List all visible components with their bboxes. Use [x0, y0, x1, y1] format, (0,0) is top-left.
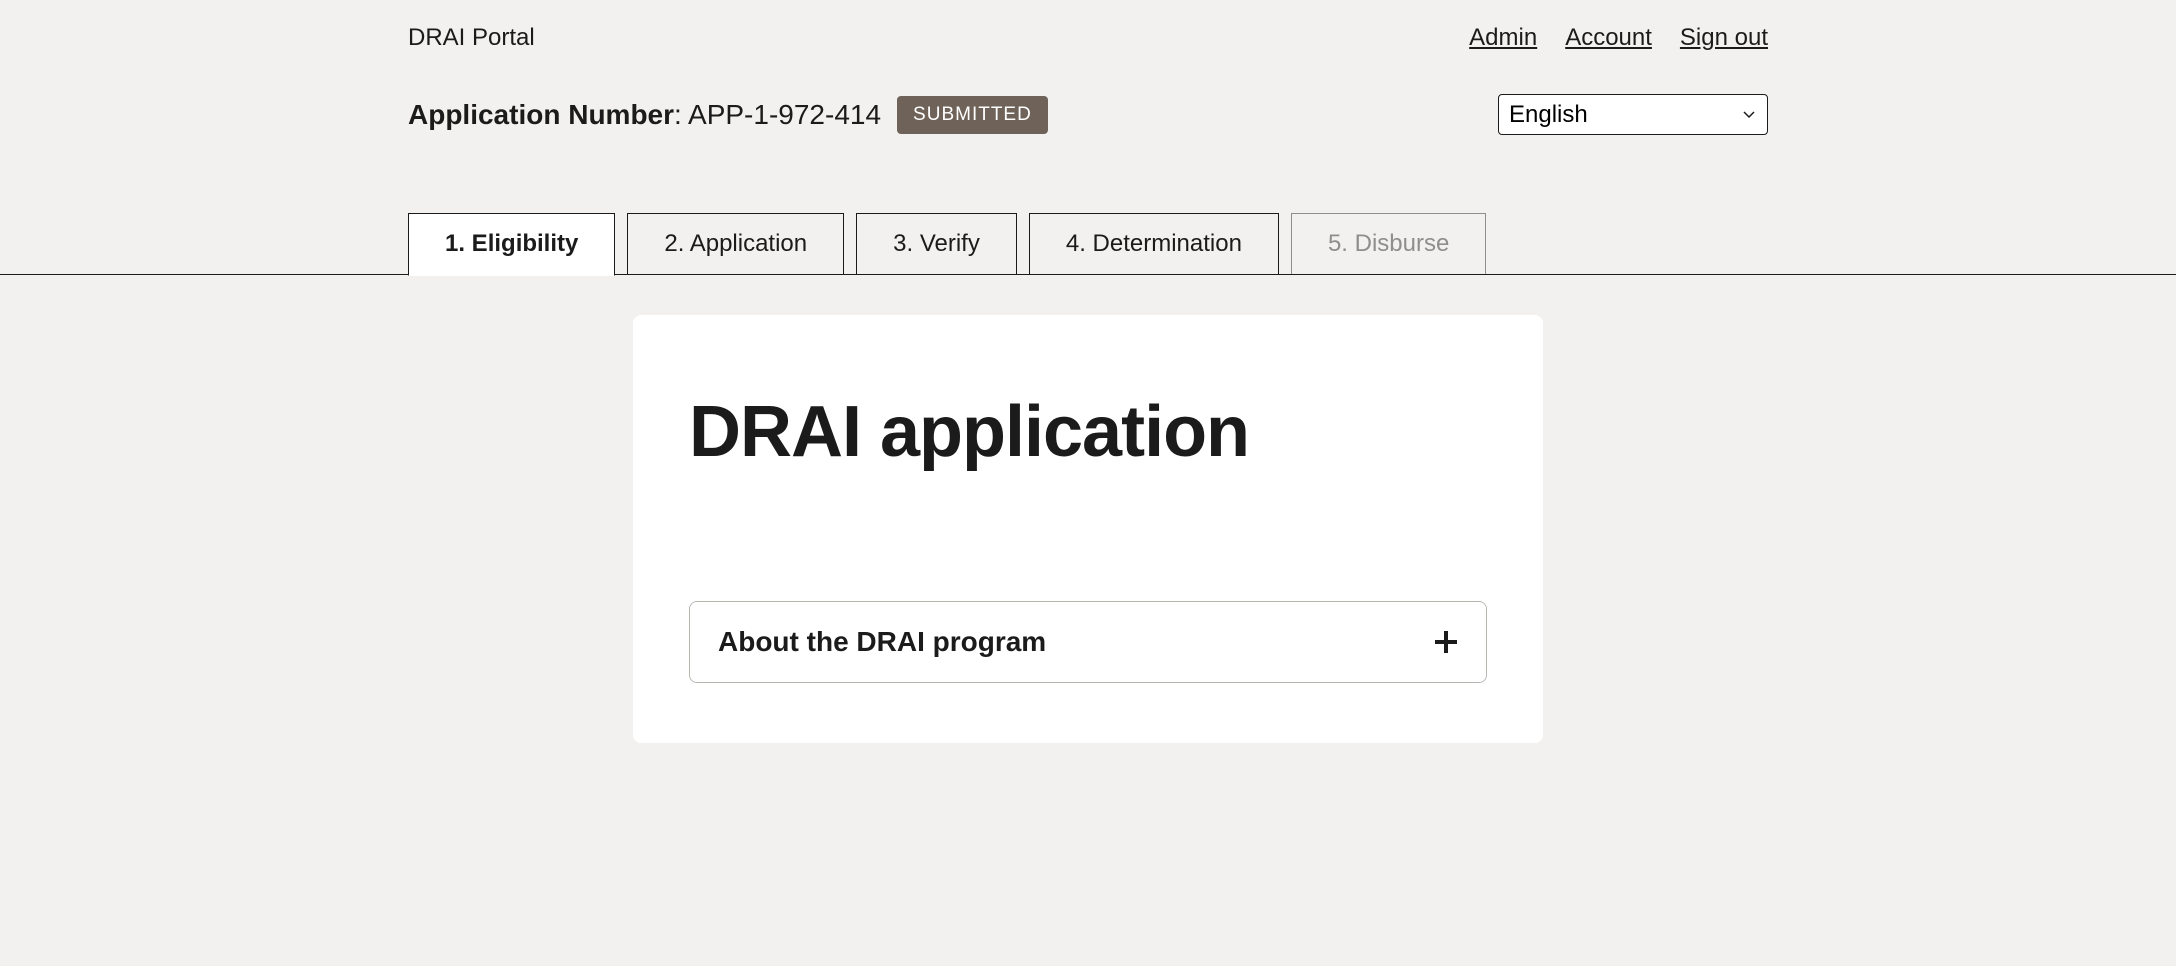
tab-determination[interactable]: 4. Determination: [1029, 213, 1279, 274]
tab-eligibility[interactable]: 1. Eligibility: [408, 213, 615, 276]
portal-name: DRAI Portal: [408, 24, 535, 52]
accordion-header[interactable]: About the DRAI program: [690, 602, 1486, 682]
accordion-title: About the DRAI program: [718, 626, 1046, 658]
top-links: Admin Account Sign out: [1469, 24, 1768, 52]
application-number-label: Application Number: [408, 99, 674, 130]
tab-disburse: 5. Disburse: [1291, 213, 1486, 274]
status-badge: SUBMITTED: [897, 96, 1048, 134]
tabs-nav: 1. Eligibility 2. Application 3. Verify …: [0, 213, 2176, 275]
admin-link[interactable]: Admin: [1469, 24, 1537, 52]
account-link[interactable]: Account: [1565, 24, 1652, 52]
application-number: Application Number: APP-1-972-414: [408, 99, 881, 131]
application-number-value: APP-1-972-414: [688, 99, 881, 130]
top-bar: DRAI Portal Admin Account Sign out: [408, 0, 1768, 52]
signout-link[interactable]: Sign out: [1680, 24, 1768, 52]
page-title: DRAI application: [689, 395, 1487, 471]
plus-icon: [1434, 630, 1458, 654]
language-select[interactable]: English: [1498, 94, 1768, 135]
application-row: Application Number: APP-1-972-414 SUBMIT…: [408, 94, 1768, 135]
tab-verify[interactable]: 3. Verify: [856, 213, 1017, 274]
tab-application[interactable]: 2. Application: [627, 213, 844, 274]
accordion-about: About the DRAI program: [689, 601, 1487, 683]
main-card: DRAI application About the DRAI program: [633, 315, 1543, 743]
application-info: Application Number: APP-1-972-414 SUBMIT…: [408, 96, 1048, 134]
